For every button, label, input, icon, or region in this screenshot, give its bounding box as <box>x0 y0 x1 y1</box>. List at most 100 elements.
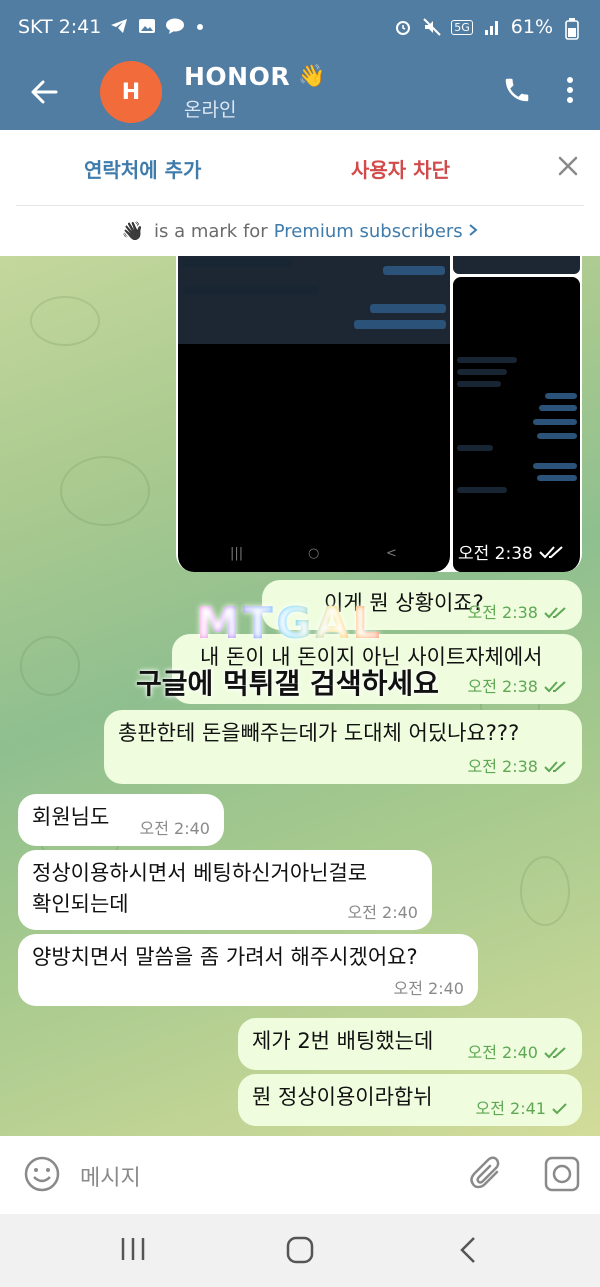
status-time: SKT 2:41 <box>18 16 102 38</box>
message-time: 오전 2:40 <box>393 979 464 998</box>
battery-percent: 61% <box>510 16 553 38</box>
message-input[interactable]: 메시지 <box>80 1160 141 1192</box>
arrow-left-icon <box>31 80 58 104</box>
system-navigation-bar <box>0 1214 600 1287</box>
chevron-left-icon <box>460 1237 475 1263</box>
recent-apps-button[interactable] <box>120 1236 146 1266</box>
close-icon <box>558 156 578 176</box>
incoming-message[interactable]: 정상이용하시면서 베팅하신거아닌걸로 확인되는데 오전 2:40 <box>18 850 432 930</box>
background-doodle <box>60 456 150 526</box>
double-check-icon <box>544 761 566 773</box>
outgoing-message[interactable]: 뭔 정상이용이라합뉘 오전 2:41 <box>238 1074 582 1126</box>
preview-bubble <box>182 258 292 267</box>
phone-icon <box>505 78 529 102</box>
message-time: 오전 2:38 <box>467 677 538 696</box>
background-doodle <box>20 636 80 696</box>
chat-title-block[interactable]: HONOR 👋 온라인 <box>184 62 326 122</box>
message-meta: 오전 2:40 <box>348 904 418 922</box>
incoming-message[interactable]: 양방치면서 말씀을 좀 가려서 해주시겠어요? 오전 2:40 <box>18 934 478 1006</box>
album-time-label: 오전 2:38 <box>458 544 533 564</box>
message-text: 양방치면서 말씀을 좀 가려서 해주시겠어요? <box>32 945 418 969</box>
double-check-icon <box>539 545 563 558</box>
preview-bubble <box>457 357 517 363</box>
preview-bubble <box>537 475 577 481</box>
double-check-icon <box>544 1047 566 1059</box>
outgoing-message[interactable]: 총판한테 돈을빼주는데가 도대체 어딨나요??? 오전 2:38 <box>104 710 582 784</box>
smile-icon <box>24 1156 60 1192</box>
message-text: 제가 2번 배팅했는데 <box>252 1029 434 1053</box>
call-button[interactable] <box>502 75 532 109</box>
back-button[interactable] <box>0 54 88 130</box>
camera-icon <box>544 1156 580 1192</box>
message-time: 오전 2:38 <box>467 757 538 776</box>
close-action-bar-button[interactable] <box>556 154 580 182</box>
more-menu-button[interactable] <box>566 76 574 108</box>
message-time: 오전 2:40 <box>347 903 418 922</box>
watermark-caption: 구글에 먹튀갤 검색하세요 <box>136 667 439 700</box>
online-status: 온라인 <box>184 99 237 121</box>
message-meta: 오전 2:40 <box>468 1044 568 1062</box>
camera-button[interactable] <box>544 1156 580 1196</box>
message-input-bar: 메시지 <box>0 1136 600 1214</box>
screenshot-thumbnail[interactable] <box>453 277 580 572</box>
preview-bubble <box>457 369 507 375</box>
nav-recent-icon: ||| <box>230 546 244 561</box>
preview-bubble <box>182 286 318 295</box>
preview-bubble <box>533 463 577 469</box>
screenshot-chat-preview <box>178 256 450 344</box>
preview-bubble <box>370 304 446 313</box>
message-meta: 오전 2:40 <box>140 820 210 838</box>
preview-bubble <box>539 405 577 411</box>
chevron-right-icon <box>469 223 478 236</box>
signal-icon <box>482 18 502 36</box>
chat-header: H HONOR 👋 온라인 <box>0 54 600 130</box>
watermark-logo: MTGAL <box>196 598 383 649</box>
screenshot-thumbnail[interactable]: ||| ○ < <box>178 256 450 572</box>
battery-icon <box>562 18 582 40</box>
message-meta: 오전 2:41 <box>476 1100 568 1118</box>
preview-bubble <box>457 487 507 493</box>
nav-home-icon: ○ <box>308 546 320 561</box>
avatar[interactable]: H <box>100 61 162 123</box>
message-text-line: 정상이용하시면서 베팅하신거아닌걸로 <box>32 861 368 885</box>
more-vertical-icon <box>567 77 573 103</box>
home-button[interactable] <box>286 1236 314 1268</box>
gallery-notification-icon <box>137 18 157 36</box>
message-text: 뭔 정상이용이라합뉘 <box>252 1085 433 1109</box>
telegram-notification-icon <box>109 18 129 36</box>
message-meta: 오전 2:40 <box>394 980 464 998</box>
message-meta: 오전 2:38 <box>468 678 568 696</box>
double-check-icon <box>544 607 566 619</box>
preview-bubble <box>383 266 445 275</box>
attach-button[interactable] <box>470 1156 504 1196</box>
block-user-button[interactable]: 사용자 차단 <box>351 154 450 183</box>
nav-back-icon: < <box>386 546 397 561</box>
watermark-logo-text: MTGAL <box>196 598 384 649</box>
background-doodle <box>520 856 570 926</box>
message-time: 오전 2:40 <box>139 819 210 838</box>
premium-link[interactable]: Premium subscribers <box>274 221 479 242</box>
preview-bubble <box>457 381 501 387</box>
add-contact-button[interactable]: 연락처에 추가 <box>84 154 201 183</box>
chat-title: HONOR <box>184 62 291 91</box>
paperclip-icon <box>470 1156 500 1189</box>
preview-bubble <box>533 419 577 425</box>
preview-bubble <box>354 320 446 329</box>
emoji-button[interactable] <box>24 1156 60 1196</box>
incoming-message[interactable]: 회원님도 오전 2:40 <box>18 794 224 846</box>
screenshot-thumbnail[interactable] <box>453 256 580 274</box>
recent-apps-icon <box>121 1238 145 1260</box>
status-bar: SKT 2:41 5G 61% <box>0 0 600 54</box>
message-meta: 오전 2:38 <box>468 604 568 622</box>
preview-bubble <box>457 445 493 451</box>
mute-icon <box>422 18 442 36</box>
premium-banner[interactable]: 👋 is a mark for Premium subscribers <box>0 206 600 256</box>
message-time: 오전 2:41 <box>475 1099 546 1118</box>
message-text: 총판한테 돈을빼주는데가 도대체 어딨나요??? <box>118 721 520 745</box>
system-back-button[interactable] <box>458 1236 478 1268</box>
premium-text: is a mark for <box>153 220 268 242</box>
outgoing-message[interactable]: 제가 2번 배팅했는데 오전 2:40 <box>238 1018 582 1070</box>
home-icon <box>286 1236 314 1264</box>
network-5g-label: 5G <box>451 19 473 35</box>
check-icon <box>552 1103 567 1115</box>
